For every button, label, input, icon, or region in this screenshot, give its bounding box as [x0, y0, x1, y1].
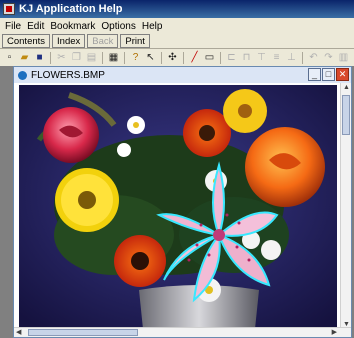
contents-button[interactable]: Contents — [2, 34, 51, 48]
menu-options[interactable]: Options — [98, 21, 138, 32]
help-menubar: File Edit Bookmark Options Help — [0, 18, 354, 34]
align-bottom-icon[interactable]: ⊥ — [285, 51, 298, 64]
toolbar-separator — [102, 51, 103, 64]
save-icon[interactable]: ■ — [33, 51, 46, 64]
toolbar-separator — [220, 51, 221, 64]
new-icon[interactable]: ▫ — [3, 51, 16, 64]
flowers-image — [19, 85, 337, 329]
help-icon[interactable]: ? — [129, 51, 142, 64]
scroll-right-icon[interactable]: ▶ — [332, 328, 337, 336]
document-window: FLOWERS.BMP _ □ ✕ ▲ ▼ ◀ ▶ — [13, 66, 352, 338]
toolbar-separator — [124, 51, 125, 64]
align-top-icon[interactable]: ⊤ — [255, 51, 268, 64]
print-button[interactable]: Print — [120, 34, 150, 48]
horizontal-scroll-thumb[interactable] — [28, 329, 138, 336]
help-nav-buttons: Contents Index Back Print — [0, 34, 354, 49]
maximize-button[interactable]: □ — [322, 68, 335, 81]
window-title: KJ Application Help — [19, 3, 123, 15]
menu-help[interactable]: Help — [139, 21, 166, 32]
toolbar-separator — [183, 51, 184, 64]
help-titlebar: KJ Application Help — [0, 0, 354, 18]
window-buttons: _ □ ✕ — [308, 68, 349, 81]
open-icon[interactable]: ▰ — [18, 51, 31, 64]
minimize-button[interactable]: _ — [308, 68, 321, 81]
menu-file[interactable]: File — [2, 21, 24, 32]
vertical-scroll-thumb[interactable] — [342, 95, 350, 135]
grid-icon[interactable]: ▥ — [337, 51, 350, 64]
context-help-icon[interactable]: ↖ — [144, 51, 157, 64]
vertical-scrollbar[interactable]: ▲ ▼ — [340, 83, 351, 329]
close-button[interactable]: ✕ — [336, 68, 349, 81]
menu-edit[interactable]: Edit — [24, 21, 47, 32]
toolbar-separator — [161, 51, 162, 64]
rectangle-icon[interactable]: ▭ — [203, 51, 216, 64]
help-app-icon — [3, 3, 15, 15]
align-left-icon[interactable]: ⊏ — [225, 51, 238, 64]
redo-icon[interactable]: ↷ — [322, 51, 335, 64]
align-middle-icon[interactable]: ≡ — [270, 51, 283, 64]
scroll-left-icon[interactable]: ◀ — [16, 328, 21, 336]
index-button[interactable]: Index — [52, 34, 86, 48]
back-button: Back — [87, 34, 119, 48]
copy-icon[interactable]: ❐ — [70, 51, 83, 64]
undo-icon[interactable]: ↶ — [307, 51, 320, 64]
menu-bookmark[interactable]: Bookmark — [47, 21, 98, 32]
toolbar-separator — [50, 51, 51, 64]
cut-icon[interactable]: ✂ — [55, 51, 68, 64]
pencil-icon[interactable]: ╱ — [188, 51, 201, 64]
move-icon[interactable]: ✣ — [166, 51, 179, 64]
scroll-up-icon[interactable]: ▲ — [343, 84, 350, 91]
document-title: FLOWERS.BMP — [31, 69, 105, 81]
toolbar-separator — [302, 51, 303, 64]
align-center-icon[interactable]: ⊓ — [240, 51, 253, 64]
paste-icon[interactable]: ▤ — [85, 51, 98, 64]
print-icon[interactable]: ▦ — [107, 51, 120, 64]
document-titlebar[interactable]: FLOWERS.BMP _ □ ✕ — [14, 67, 351, 83]
document-icon — [18, 70, 27, 80]
image-canvas[interactable] — [19, 85, 337, 329]
horizontal-scrollbar[interactable]: ◀ ▶ — [14, 327, 351, 337]
app-toolbar: ▫ ▰ ■ ✂ ❐ ▤ ▦ ? ↖ ✣ ╱ ▭ ⊏ ⊓ ⊤ ≡ ⊥ ↶ ↷ ▥ — [0, 49, 354, 66]
